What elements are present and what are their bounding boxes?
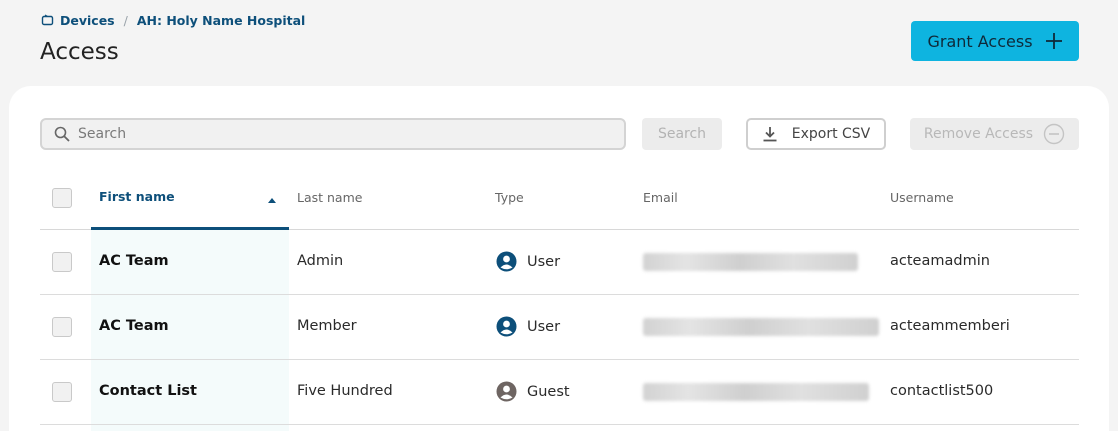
- search-input[interactable]: [78, 126, 578, 142]
- download-icon: [762, 126, 778, 142]
- export-csv-button[interactable]: Export CSV: [746, 118, 886, 150]
- column-header-username[interactable]: Username: [890, 190, 954, 205]
- grant-access-button[interactable]: Grant Access: [911, 21, 1079, 61]
- username-cell: acteamadmin: [890, 253, 990, 269]
- remove-access-label: Remove Access: [923, 126, 1034, 142]
- type-label: Guest: [527, 383, 570, 400]
- row-checkbox[interactable]: [52, 317, 72, 337]
- select-all-checkbox[interactable]: [52, 188, 72, 208]
- grant-access-label: Grant Access: [927, 31, 1033, 51]
- type-cell: Guest: [496, 381, 570, 402]
- breadcrumb-separator: /: [123, 13, 128, 28]
- row-checkbox[interactable]: [52, 382, 72, 402]
- first-name-cell: AC Team: [99, 253, 169, 269]
- email-cell-redacted: [643, 383, 869, 401]
- type-cell: User: [496, 316, 560, 337]
- column-header-type[interactable]: Type: [495, 190, 524, 205]
- email-cell-redacted: [643, 253, 858, 271]
- guest-icon: [496, 381, 517, 402]
- username-cell: acteammemberi: [890, 318, 1010, 334]
- sort-ascending-icon[interactable]: [268, 198, 276, 203]
- column-header-email[interactable]: Email: [643, 190, 678, 205]
- column-header-first-name[interactable]: First name: [99, 189, 175, 204]
- type-label: User: [527, 318, 561, 335]
- device-icon: [41, 14, 54, 27]
- last-name-cell: Five Hundred: [297, 383, 393, 399]
- remove-access-button[interactable]: Remove Access: [910, 118, 1079, 150]
- minus-circle-icon: [1043, 123, 1065, 145]
- breadcrumb-hospital-link[interactable]: AH: Holy Name Hospital: [137, 13, 306, 28]
- row-checkbox[interactable]: [52, 252, 72, 272]
- email-cell-redacted: [643, 318, 879, 336]
- search-icon: [54, 126, 70, 142]
- search-button[interactable]: Search: [642, 118, 722, 150]
- user-icon: [496, 316, 517, 337]
- breadcrumb-devices-link[interactable]: Devices: [60, 13, 115, 28]
- breadcrumb: Devices / AH: Holy Name Hospital: [41, 13, 305, 28]
- type-label: User: [527, 253, 561, 270]
- last-name-cell: Admin: [297, 253, 344, 269]
- last-name-cell: Member: [297, 318, 357, 334]
- user-icon: [496, 251, 517, 272]
- first-name-cell: Contact List: [99, 383, 197, 399]
- username-cell: contactlist500: [890, 383, 994, 399]
- plus-icon: [1045, 32, 1063, 50]
- search-field[interactable]: [40, 118, 626, 150]
- type-cell: User: [496, 251, 560, 272]
- export-csv-label: Export CSV: [791, 126, 871, 142]
- column-header-last-name[interactable]: Last name: [297, 190, 362, 205]
- page-title: Access: [40, 39, 119, 65]
- first-name-cell: AC Team: [99, 318, 169, 334]
